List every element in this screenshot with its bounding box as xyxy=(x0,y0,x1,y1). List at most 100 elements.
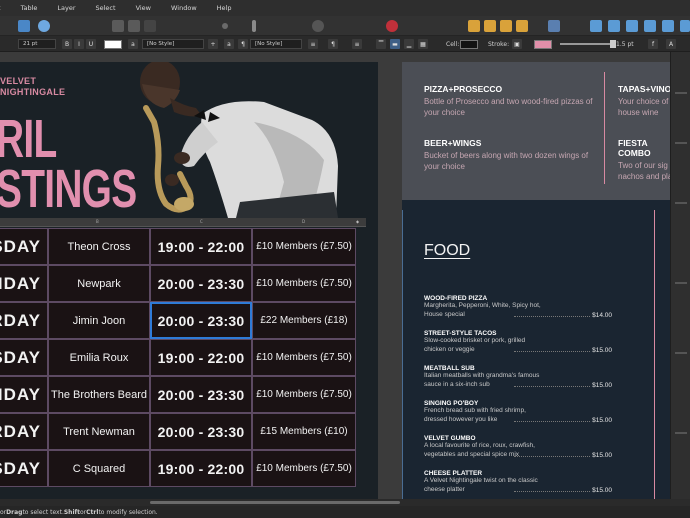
paragraph-style-select[interactable]: [No Style] xyxy=(142,39,204,49)
day-cell[interactable]: RIDAY xyxy=(0,376,48,413)
align-bottom-icon[interactable]: ▁ xyxy=(404,39,414,49)
price-cell[interactable]: £10 Members (£7.50) xyxy=(252,265,356,302)
persona-icon[interactable] xyxy=(18,20,30,32)
arrange-forward-icon[interactable] xyxy=(500,20,512,32)
day-cell[interactable]: RIDAY xyxy=(0,265,48,302)
preview-icon[interactable] xyxy=(312,20,324,32)
act-cell[interactable]: Theon Cross xyxy=(48,228,150,265)
act-cell[interactable]: Emilia Roux xyxy=(48,339,150,376)
menu-item-price: $15.00 xyxy=(592,452,612,459)
table-format-icon[interactable]: ▦ xyxy=(418,39,428,49)
transform-icon[interactable] xyxy=(662,20,674,32)
menu-item-help[interactable]: Help xyxy=(207,4,242,12)
menu-item-name: CHEESE PLATTER xyxy=(424,470,483,477)
align-top-icon[interactable]: ▔ xyxy=(376,39,386,49)
align-middle-icon[interactable]: ▬ xyxy=(390,39,400,49)
cursor-icon[interactable] xyxy=(252,20,256,32)
price-cell[interactable]: £22 Members (£18) xyxy=(252,302,356,339)
align-icon[interactable] xyxy=(548,20,560,32)
day-cell[interactable]: SDAY xyxy=(0,228,48,265)
stroke-color-swatch[interactable] xyxy=(534,39,552,49)
scrollbar-thumb[interactable] xyxy=(150,501,400,504)
table-row: RDAY Trent Newman 20:00 - 23:30 £15 Memb… xyxy=(0,413,356,450)
price-cell[interactable]: £10 Members (£7.50) xyxy=(252,339,356,376)
rotate-left-icon[interactable] xyxy=(626,20,638,32)
price-cell[interactable]: £15 Members (£10) xyxy=(252,413,356,450)
left-page: VELVET NIGHTINGALE RIL STINGS B C D ◈ DA… xyxy=(0,62,378,499)
character-style-icon[interactable]: a xyxy=(224,39,234,49)
table-column-ruler[interactable]: B C D ◈ xyxy=(0,218,366,227)
pin-icon[interactable] xyxy=(222,23,228,29)
pentagon-icon[interactable] xyxy=(38,20,50,32)
stroke-style-icon[interactable]: ▣ xyxy=(512,39,522,49)
act-cell[interactable]: C Squared xyxy=(48,450,150,487)
table-handle-icon[interactable]: ◈ xyxy=(356,219,359,224)
arrange-back-icon[interactable] xyxy=(468,20,480,32)
font-size-field[interactable]: 21 pt xyxy=(18,39,56,49)
cell-fill-swatch[interactable] xyxy=(460,39,478,49)
time-cell[interactable]: 19:00 - 22:00 xyxy=(150,450,252,487)
time-cell[interactable]: 20:00 - 23:30 xyxy=(150,413,252,450)
align-menu-icon[interactable]: ≡ xyxy=(352,39,362,49)
character-style-select[interactable]: [No Style] xyxy=(250,39,302,49)
leader-dots xyxy=(514,456,590,457)
time-cell[interactable]: 19:00 - 22:00 xyxy=(150,339,252,376)
magnet-icon[interactable] xyxy=(386,20,398,32)
price-cell[interactable]: £10 Members (£7.50) xyxy=(252,450,356,487)
act-cell[interactable]: Trent Newman xyxy=(48,413,150,450)
time-cell-selected[interactable]: 20:00 - 23:30 xyxy=(150,302,252,339)
act-cell[interactable]: Newpark xyxy=(48,265,150,302)
time-cell[interactable]: 20:00 - 23:30 xyxy=(150,265,252,302)
arrange-backward-icon[interactable] xyxy=(484,20,496,32)
time-cell[interactable]: 19:00 - 22:00 xyxy=(150,228,252,265)
menu-item-name: WOOD-FIRED PIZZA xyxy=(424,295,488,302)
stroke-width-slider[interactable] xyxy=(560,40,616,48)
more-icon[interactable] xyxy=(680,20,690,32)
menu-item-window[interactable]: Window xyxy=(161,4,207,12)
menu-item-view[interactable]: View xyxy=(126,4,161,12)
act-cell[interactable]: The Brothers Beard xyxy=(48,376,150,413)
act-cell[interactable]: Jimin Joon xyxy=(48,302,150,339)
bold-button[interactable]: B xyxy=(62,39,72,49)
table-row: SDAY Emilia Roux 19:00 - 22:00 £10 Membe… xyxy=(0,339,356,376)
rotate-right-icon[interactable] xyxy=(644,20,656,32)
menu-item: WOOD-FIRED PIZZA Margherita, Pepperoni, … xyxy=(424,295,612,319)
crop-icon[interactable] xyxy=(144,20,156,32)
price-cell[interactable]: £10 Members (£7.50) xyxy=(252,228,356,265)
flip-horizontal-icon[interactable] xyxy=(590,20,602,32)
frame-icon[interactable] xyxy=(112,20,124,32)
time-cell[interactable]: 20:00 - 23:30 xyxy=(150,376,252,413)
studio-panel[interactable] xyxy=(670,52,690,499)
underline-button[interactable]: U xyxy=(86,39,96,49)
table-row: RIDAY The Brothers Beard 20:00 - 23:30 £… xyxy=(0,376,356,413)
day-cell[interactable]: SDAY xyxy=(0,450,48,487)
menu-bar: t Table Layer Select View Window Help xyxy=(0,0,690,16)
menu-border xyxy=(654,210,655,499)
day-cell[interactable]: SDAY xyxy=(0,339,48,376)
menu-item-select[interactable]: Select xyxy=(86,4,126,12)
document-canvas[interactable]: VELVET NIGHTINGALE RIL STINGS B C D ◈ DA… xyxy=(0,52,670,499)
promo-item: FIESTA COMBO Two of our sig nachos and p… xyxy=(618,138,670,182)
menu-item-table[interactable]: Table xyxy=(11,4,48,12)
menu-item-layer[interactable]: Layer xyxy=(47,4,85,12)
text-style-icon[interactable]: a xyxy=(128,39,138,49)
arrange-front-icon[interactable] xyxy=(516,20,528,32)
italic-button[interactable]: I xyxy=(74,39,84,49)
brand-line-2: NIGHTINGALE xyxy=(0,87,66,97)
flip-vertical-icon[interactable] xyxy=(608,20,620,32)
horizontal-scrollbar[interactable] xyxy=(0,499,670,506)
price-cell[interactable]: £10 Members (£7.50) xyxy=(252,376,356,413)
text-flow-icon[interactable]: ≡ xyxy=(308,39,318,49)
paragraph-style-options-icon[interactable]: + xyxy=(208,39,218,49)
paragraph-button[interactable]: ¶ xyxy=(328,39,338,49)
text-color-swatch[interactable] xyxy=(104,39,122,49)
shape-icon[interactable] xyxy=(128,20,140,32)
pilcrow-icon[interactable]: ¶ xyxy=(238,39,248,49)
menu-item-price: $15.00 xyxy=(592,417,612,424)
menu-item: MEATBALL SUB Italian meatballs with gran… xyxy=(424,365,612,389)
text-frame-icon[interactable]: A xyxy=(666,39,676,49)
fx-icon[interactable]: f xyxy=(648,39,658,49)
day-cell[interactable]: RDAY xyxy=(0,413,48,450)
menu-item-text[interactable]: t xyxy=(0,4,11,12)
day-cell[interactable]: RDAY xyxy=(0,302,48,339)
